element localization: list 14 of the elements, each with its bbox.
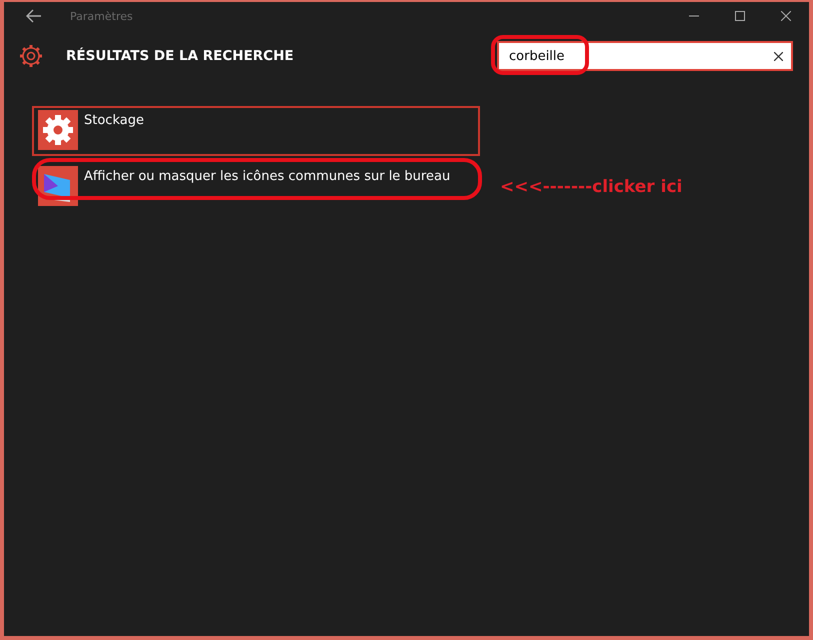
settings-icon (18, 43, 44, 69)
close-icon (781, 11, 791, 21)
page-heading: RÉSULTATS DE LA RECHERCHE (66, 48, 295, 64)
result-item[interactable]: Stockage (32, 106, 480, 156)
search-field[interactable]: corbeille (497, 41, 793, 71)
monitor-icon (38, 166, 78, 206)
close-icon (774, 52, 782, 60)
result-label: Stockage (84, 113, 144, 128)
result-item[interactable]: Afficher ou masquer les icônes communes sur le bureau (32, 162, 480, 212)
gear-icon (38, 110, 78, 150)
maximize-icon (735, 11, 745, 21)
annotation-text: <<<-------clicker ici (500, 177, 682, 197)
window-title: Paramètres (70, 10, 134, 22)
result-label: Afficher ou masquer les icônes communes sur le bureau (84, 169, 450, 184)
